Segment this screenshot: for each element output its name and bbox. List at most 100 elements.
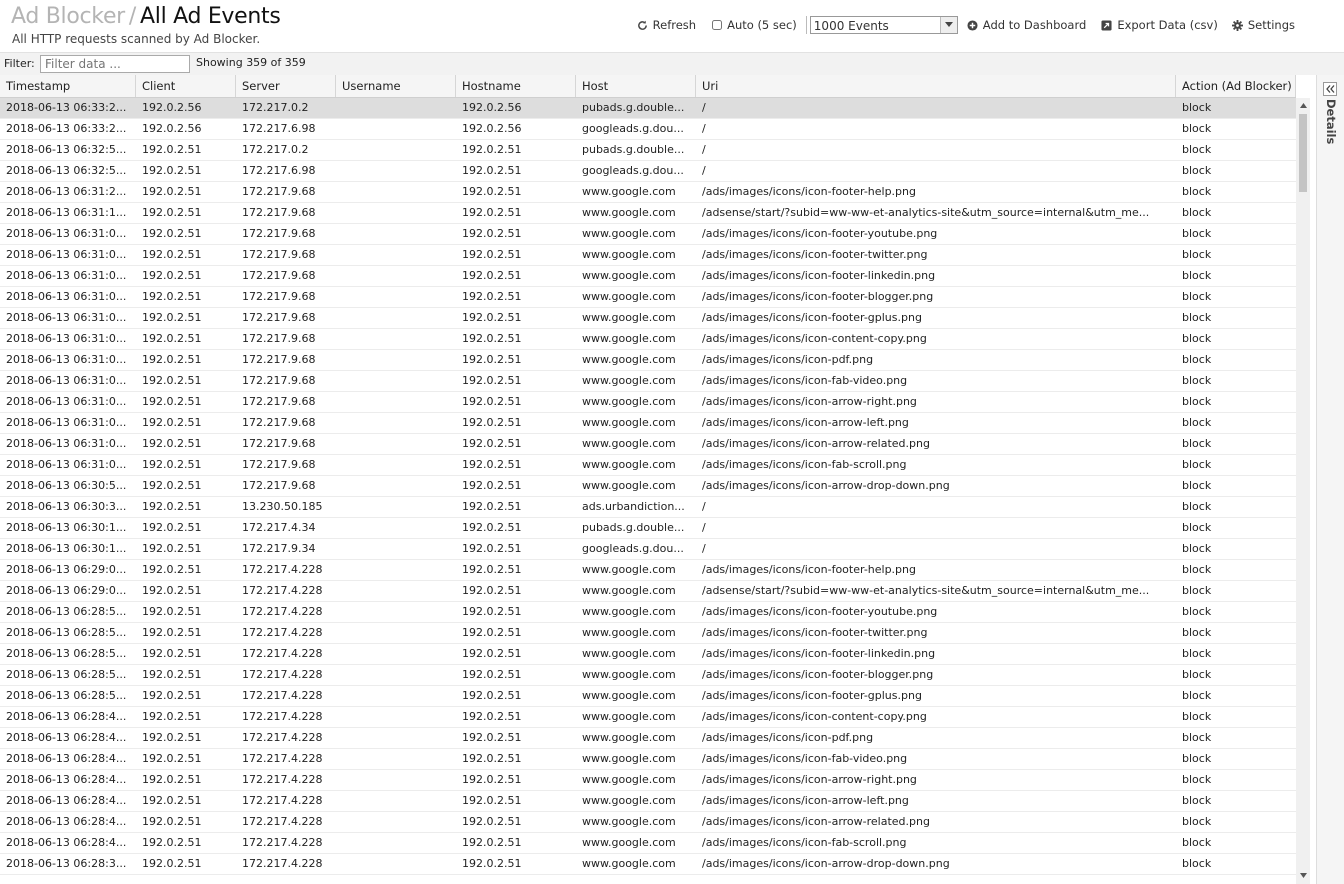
plus-circle-icon <box>967 19 978 31</box>
table-row[interactable]: 2018-06-13 06:28:5... 192.0.2.51 172.217.4… <box>0 602 1296 623</box>
cell-action: block <box>1182 500 1212 513</box>
details-panel-title[interactable]: Details <box>1324 99 1338 144</box>
cell-server: 172.217.9.68 <box>242 332 316 345</box>
cell-server: 172.217.4.228 <box>242 605 323 618</box>
table-row[interactable]: 2018-06-13 06:28:5... 192.0.2.51 172.217.4… <box>0 644 1296 665</box>
cell-timestamp: 2018-06-13 06:28:4... <box>6 794 127 807</box>
cell-username <box>336 455 456 475</box>
cell-uri: /ads/images/icons/icon-footer-gplus.png <box>702 311 922 324</box>
table-row[interactable]: 2018-06-13 06:28:4... 192.0.2.51 172.217.4… <box>0 833 1296 854</box>
table-row[interactable]: 2018-06-13 06:29:0... 192.0.2.51 172.217.4… <box>0 560 1296 581</box>
table-row[interactable]: 2018-06-13 06:31:0... 192.0.2.51 172.217.9… <box>0 413 1296 434</box>
column-header-hostname[interactable]: Hostname <box>456 75 576 97</box>
cell-server: 172.217.9.68 <box>242 479 316 492</box>
grid-body: 2018-06-13 06:33:2... 192.0.2.56 172.217.0… <box>0 98 1296 875</box>
cell-action: block <box>1182 122 1212 135</box>
table-row[interactable]: 2018-06-13 06:28:4... 192.0.2.51 172.217.4… <box>0 749 1296 770</box>
events-count-select[interactable]: 1000 Events <box>809 16 958 34</box>
table-row[interactable]: 2018-06-13 06:30:1... 192.0.2.51 172.217.4… <box>0 518 1296 539</box>
cell-username <box>336 833 456 853</box>
export-data-button[interactable]: Export Data (csv) <box>1101 18 1218 32</box>
table-row[interactable]: 2018-06-13 06:33:2... 192.0.2.56 172.217.0… <box>0 98 1296 119</box>
refresh-button[interactable]: Refresh <box>637 18 696 32</box>
cell-action: block <box>1182 857 1212 870</box>
settings-button[interactable]: Settings <box>1231 18 1295 32</box>
cell-hostname: 192.0.2.51 <box>462 731 522 744</box>
table-row[interactable]: 2018-06-13 06:28:4... 192.0.2.51 172.217.4… <box>0 728 1296 749</box>
table-row[interactable]: 2018-06-13 06:28:4... 192.0.2.51 172.217.4… <box>0 707 1296 728</box>
cell-uri: /ads/images/icons/icon-content-copy.png <box>702 710 927 723</box>
cell-username <box>336 602 456 622</box>
table-row[interactable]: 2018-06-13 06:28:5... 192.0.2.51 172.217.4… <box>0 623 1296 644</box>
cell-timestamp: 2018-06-13 06:28:3... <box>6 857 127 870</box>
page-title: Ad Blocker / All Ad Events <box>11 3 281 31</box>
table-row[interactable]: 2018-06-13 06:31:0... 192.0.2.51 172.217.9… <box>0 371 1296 392</box>
table-row[interactable]: 2018-06-13 06:31:1... 192.0.2.51 172.217.9… <box>0 203 1296 224</box>
auto-refresh-checkbox[interactable] <box>712 20 723 30</box>
grid-scrollbar[interactable] <box>1296 98 1310 884</box>
add-to-dashboard-button[interactable]: Add to Dashboard <box>967 18 1086 32</box>
table-row[interactable]: 2018-06-13 06:30:5... 192.0.2.51 172.217.9… <box>0 476 1296 497</box>
scroll-up-arrow-icon[interactable] <box>1296 98 1310 112</box>
cell-timestamp: 2018-06-13 06:32:5... <box>6 143 127 156</box>
cell-hostname: 192.0.2.51 <box>462 752 522 765</box>
column-header-host[interactable]: Host <box>576 75 696 97</box>
cell-uri: /ads/images/icons/icon-footer-blogger.pn… <box>702 290 934 303</box>
table-row[interactable]: 2018-06-13 06:31:0... 192.0.2.51 172.217.9… <box>0 455 1296 476</box>
table-row[interactable]: 2018-06-13 06:28:5... 192.0.2.51 172.217.4… <box>0 665 1296 686</box>
cell-uri: /ads/images/icons/icon-footer-twitter.pn… <box>702 626 928 639</box>
column-header-timestamp[interactable]: Timestamp <box>0 75 136 97</box>
auto-refresh-toggle[interactable]: Auto (5 sec) <box>712 18 797 32</box>
table-row[interactable]: 2018-06-13 06:31:0... 192.0.2.51 172.217.9… <box>0 266 1296 287</box>
table-row[interactable]: 2018-06-13 06:28:3... 192.0.2.51 172.217.4… <box>0 854 1296 875</box>
table-row[interactable]: 2018-06-13 06:30:3... 192.0.2.51 13.230.50… <box>0 497 1296 518</box>
cell-host: www.google.com <box>582 206 676 219</box>
toolbar-divider <box>805 16 807 34</box>
table-row[interactable]: 2018-06-13 06:31:0... 192.0.2.51 172.217.9… <box>0 329 1296 350</box>
table-row[interactable]: 2018-06-13 06:28:4... 192.0.2.51 172.217.4… <box>0 812 1296 833</box>
column-header-username[interactable]: Username <box>336 75 456 97</box>
double-chevron-left-icon[interactable] <box>1323 82 1337 96</box>
cell-client: 192.0.2.51 <box>142 164 202 177</box>
table-row[interactable]: 2018-06-13 06:31:0... 192.0.2.51 172.217.9… <box>0 287 1296 308</box>
table-row[interactable]: 2018-06-13 06:28:4... 192.0.2.51 172.217.4… <box>0 770 1296 791</box>
cell-client: 192.0.2.51 <box>142 689 202 702</box>
cell-timestamp: 2018-06-13 06:28:4... <box>6 836 127 849</box>
cell-action: block <box>1182 542 1212 555</box>
cell-hostname: 192.0.2.56 <box>462 101 522 114</box>
cell-timestamp: 2018-06-13 06:29:0... <box>6 584 127 597</box>
cell-host: www.google.com <box>582 311 676 324</box>
scroll-down-arrow-icon[interactable] <box>1296 868 1310 882</box>
cell-uri: /ads/images/icons/icon-footer-gplus.png <box>702 689 922 702</box>
table-row[interactable]: 2018-06-13 06:31:0... 192.0.2.51 172.217.9… <box>0 434 1296 455</box>
table-row[interactable]: 2018-06-13 06:32:5... 192.0.2.51 172.217.0… <box>0 140 1296 161</box>
table-row[interactable]: 2018-06-13 06:31:0... 192.0.2.51 172.217.9… <box>0 350 1296 371</box>
table-row[interactable]: 2018-06-13 06:33:2... 192.0.2.56 172.217.6… <box>0 119 1296 140</box>
table-row[interactable]: 2018-06-13 06:31:0... 192.0.2.51 172.217.9… <box>0 392 1296 413</box>
table-row[interactable]: 2018-06-13 06:31:2... 192.0.2.51 172.217.9… <box>0 182 1296 203</box>
cell-action: block <box>1182 437 1212 450</box>
table-row[interactable]: 2018-06-13 06:31:0... 192.0.2.51 172.217.9… <box>0 224 1296 245</box>
table-row[interactable]: 2018-06-13 06:28:4... 192.0.2.51 172.217.4… <box>0 791 1296 812</box>
cell-client: 192.0.2.51 <box>142 563 202 576</box>
table-row[interactable]: 2018-06-13 06:32:5... 192.0.2.51 172.217.6… <box>0 161 1296 182</box>
filter-input[interactable] <box>40 55 190 73</box>
cell-uri: /ads/images/icons/icon-arrow-right.png <box>702 395 917 408</box>
table-row[interactable]: 2018-06-13 06:28:5... 192.0.2.51 172.217.4… <box>0 686 1296 707</box>
column-header-uri[interactable]: Uri <box>696 75 1176 97</box>
cell-server: 172.217.4.228 <box>242 563 323 576</box>
column-header-client[interactable]: Client <box>136 75 236 97</box>
cell-timestamp: 2018-06-13 06:31:2... <box>6 185 127 198</box>
cell-host: ads.urbandiction... <box>582 500 685 513</box>
table-row[interactable]: 2018-06-13 06:31:0... 192.0.2.51 172.217.9… <box>0 308 1296 329</box>
breadcrumb-ad-blocker[interactable]: Ad Blocker <box>11 4 125 29</box>
cell-action: block <box>1182 815 1212 828</box>
column-header-server[interactable]: Server <box>236 75 336 97</box>
scroll-thumb[interactable] <box>1299 114 1307 192</box>
table-row[interactable]: 2018-06-13 06:30:1... 192.0.2.51 172.217.9… <box>0 539 1296 560</box>
cell-server: 172.217.6.98 <box>242 164 316 177</box>
table-row[interactable]: 2018-06-13 06:29:0... 192.0.2.51 172.217.4… <box>0 581 1296 602</box>
column-header-action[interactable]: Action (Ad Blocker) <box>1176 75 1296 97</box>
table-row[interactable]: 2018-06-13 06:31:0... 192.0.2.51 172.217.9… <box>0 245 1296 266</box>
cell-timestamp: 2018-06-13 06:28:5... <box>6 605 127 618</box>
